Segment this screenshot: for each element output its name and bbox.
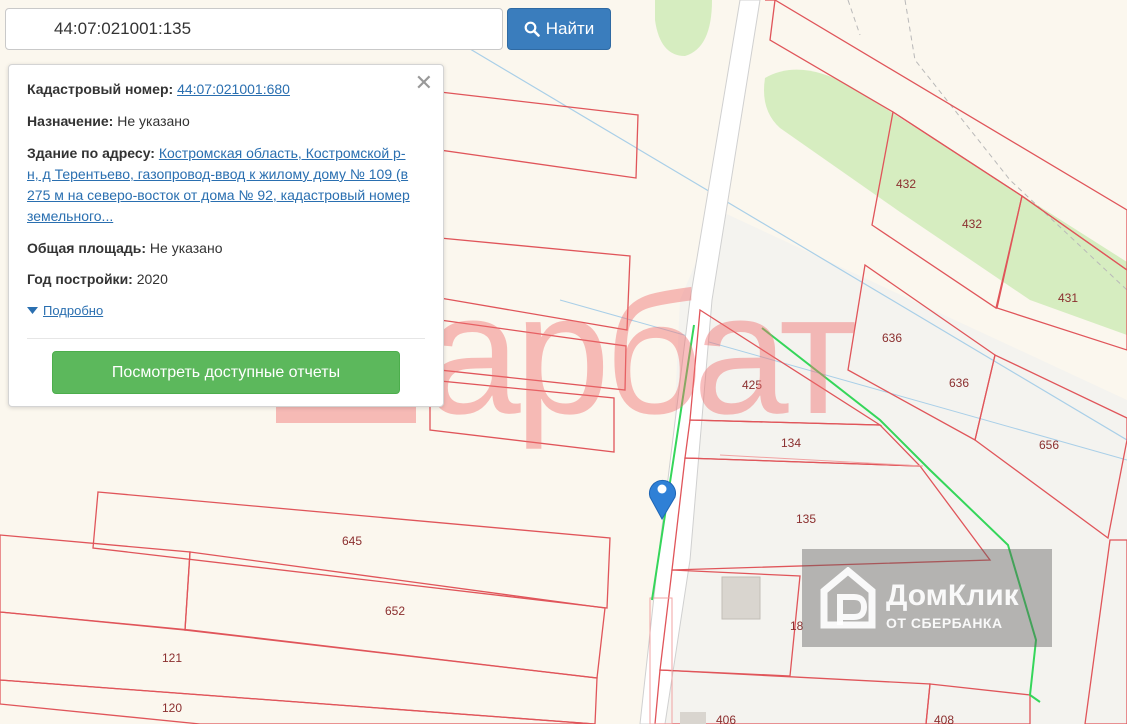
search-button-label: Найти bbox=[545, 19, 595, 38]
parcel-info-popup: ✕ Кадастровый номер: 44:07:021001:680 На… bbox=[8, 64, 444, 407]
details-label: Подробно bbox=[43, 303, 104, 318]
parcel-number: 408 bbox=[934, 713, 954, 724]
parcel-number: 120 bbox=[162, 701, 182, 715]
search-button[interactable]: Найти bbox=[507, 8, 611, 50]
area-label: Общая площадь: bbox=[27, 240, 147, 256]
building bbox=[680, 712, 706, 724]
purpose-label: Назначение: bbox=[27, 113, 114, 129]
building bbox=[721, 576, 761, 620]
year-label: Год постройки: bbox=[27, 271, 133, 287]
cadastral-number-row: Кадастровый номер: 44:07:021001:680 bbox=[27, 79, 417, 100]
popup-divider bbox=[27, 338, 425, 339]
parcel-number: 121 bbox=[162, 651, 182, 665]
parcel-number: 134 bbox=[781, 436, 801, 450]
parcel-number: 431 bbox=[1058, 291, 1078, 305]
year-row: Год постройки: 2020 bbox=[27, 269, 417, 290]
search-icon bbox=[524, 21, 540, 37]
parcel-number: 636 bbox=[949, 376, 969, 390]
details-toggle[interactable]: Подробно bbox=[27, 303, 103, 318]
search-box bbox=[5, 8, 503, 50]
parcel-number: 425 bbox=[742, 378, 762, 392]
parcel-number: 432 bbox=[896, 177, 916, 191]
parcel-number: 406 bbox=[716, 713, 736, 724]
parcel-number: 636 bbox=[882, 331, 902, 345]
area-value: Не указано bbox=[149, 240, 223, 256]
parcel-number: 432 bbox=[962, 217, 982, 231]
caret-down-icon bbox=[27, 306, 38, 314]
parcel-number: 18 bbox=[790, 619, 804, 633]
parcel-number: 656 bbox=[1039, 438, 1059, 452]
cadastral-number-label: Кадастровый номер: bbox=[27, 81, 174, 97]
area-row: Общая площадь: Не указано bbox=[27, 238, 417, 259]
parcel-number: 645 bbox=[342, 534, 362, 548]
search-input[interactable] bbox=[6, 9, 502, 49]
view-reports-button[interactable]: Посмотреть доступные отчеты bbox=[52, 351, 400, 394]
parcel-number: 652 bbox=[385, 604, 405, 618]
year-value: 2020 bbox=[136, 271, 168, 287]
purpose-row: Назначение: Не указано bbox=[27, 111, 417, 132]
cadastral-number-link[interactable]: 44:07:021001:680 bbox=[177, 81, 290, 97]
address-label: Здание по адресу: bbox=[27, 145, 155, 161]
purpose-value: Не указано bbox=[117, 113, 190, 129]
address-row: Здание по адресу: Костромская область, К… bbox=[27, 143, 417, 227]
parcel-number: 135 bbox=[796, 512, 816, 526]
close-icon[interactable]: ✕ bbox=[415, 71, 433, 95]
